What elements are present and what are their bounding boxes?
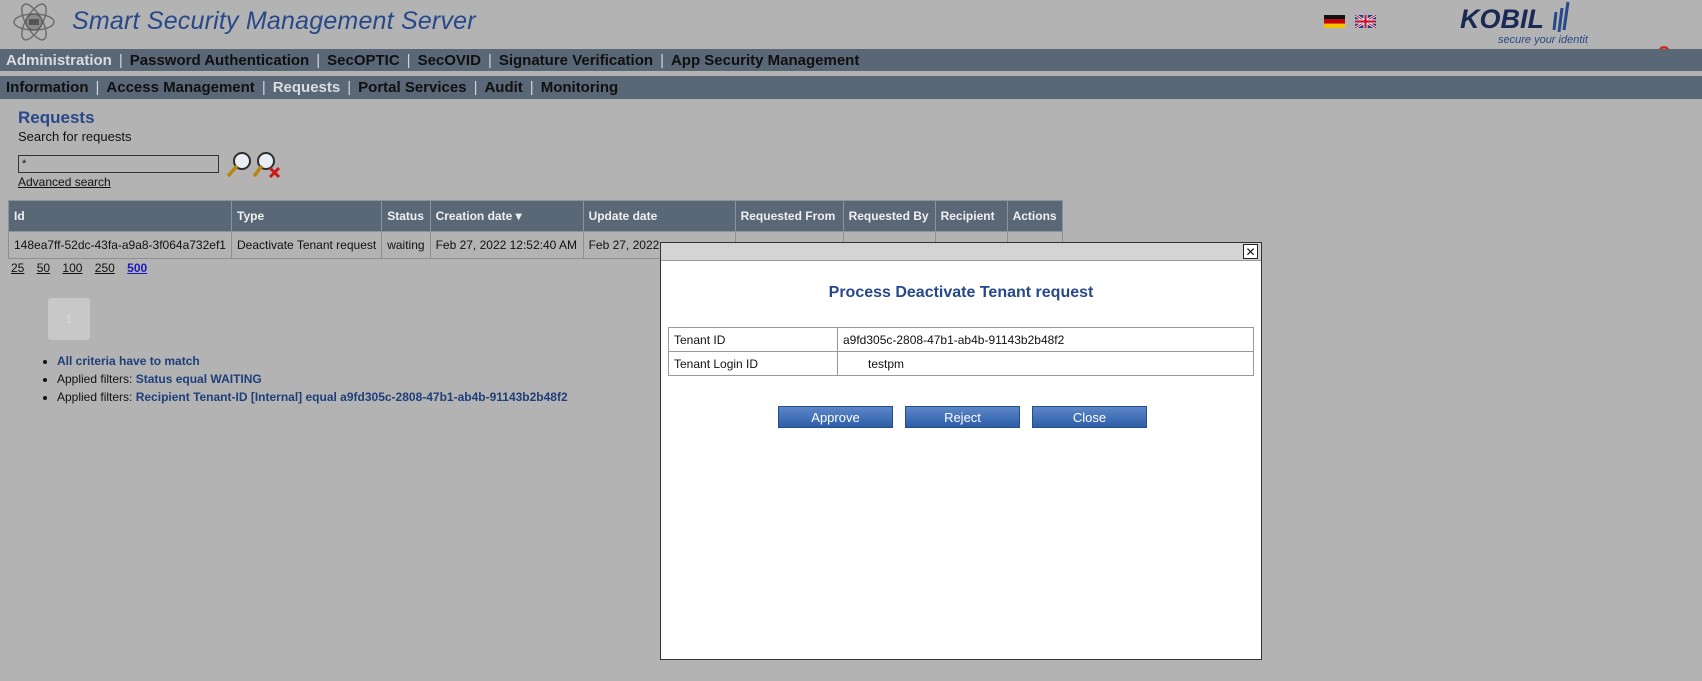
tenant-id-label: Tenant ID (668, 327, 838, 352)
criteria-all-match: All criteria have to match (57, 354, 200, 368)
header: Smart Security Management Server KOBIL s… (0, 0, 1702, 68)
tenant-login-id-value: testpm (837, 351, 1254, 376)
dialog-title-bar: ✕ (661, 243, 1261, 261)
process-request-dialog: ✕ Process Deactivate Tenant request Tena… (660, 242, 1262, 660)
secondary-nav: Information | Access Management | Reques… (0, 76, 1702, 99)
nav-administration[interactable]: Administration (6, 52, 112, 69)
list-item: Applied filters: Status equal WAITING (57, 370, 568, 388)
nav-separator: | (660, 51, 664, 69)
search-input[interactable] (18, 155, 219, 173)
nav-separator: | (95, 79, 100, 96)
reject-button[interactable]: Reject (905, 406, 1020, 428)
column-header-id[interactable]: Id (8, 200, 232, 232)
cell-status: waiting (381, 231, 431, 259)
column-header-recipient[interactable]: Recipient (934, 200, 1008, 232)
nav-secoptic[interactable]: SecOPTIC (327, 52, 400, 69)
search-icon[interactable] (226, 150, 254, 178)
uk-flag-icon[interactable] (1355, 15, 1376, 28)
column-header-creation-date[interactable]: Creation date ▾ (429, 200, 584, 232)
page-size-selector: 25 50 100 250 500 (11, 261, 156, 275)
nav-separator: | (473, 79, 478, 96)
clear-search-icon[interactable] (253, 150, 281, 178)
dialog-title: Process Deactivate Tenant request (828, 284, 1094, 301)
app-title: Smart Security Management Server (72, 7, 476, 35)
nav-password-authentication[interactable]: Password Authentication (130, 52, 309, 69)
close-icon[interactable]: ✕ (1243, 244, 1258, 259)
page-number-button[interactable]: 1 (48, 298, 90, 340)
page-size-250[interactable]: 250 (95, 261, 115, 275)
page-size-25[interactable]: 25 (11, 261, 24, 275)
table-header-row: Id Type Status Creation date ▾ Update da… (8, 200, 1063, 232)
table-row: Tenant ID a9fd305c-2808-47b1-ab4b-91143b… (668, 327, 1254, 352)
nav-separator: | (487, 51, 492, 69)
nav-separator: | (529, 79, 534, 96)
subnav-monitoring[interactable]: Monitoring (541, 79, 618, 96)
nav-separator: | (347, 79, 352, 96)
subnav-audit[interactable]: Audit (484, 79, 522, 96)
nav-separator: | (118, 51, 123, 69)
filter-status: Status equal WAITING (135, 372, 262, 386)
page-size-500[interactable]: 500 (127, 261, 147, 275)
subnav-requests[interactable]: Requests (273, 79, 341, 96)
page-size-100[interactable]: 100 (62, 261, 82, 275)
filter-recipient: Recipient Tenant-ID [Internal] equal a9f… (135, 390, 568, 404)
close-button[interactable]: Close (1032, 406, 1147, 428)
filter-criteria-list: All criteria have to match Applied filte… (40, 352, 568, 406)
tenant-id-value: a9fd305c-2808-47b1-ab4b-91143b2b48f2 (837, 327, 1254, 352)
globe-logo-icon (13, 3, 55, 41)
cell-type: Deactivate Tenant request (230, 231, 383, 259)
column-header-requested-by[interactable]: Requested By (842, 200, 936, 232)
german-flag-icon[interactable] (1324, 15, 1345, 28)
column-header-status[interactable]: Status (381, 200, 431, 232)
kobil-brand-text: KOBIL (1460, 4, 1544, 34)
page-size-50[interactable]: 50 (37, 261, 50, 275)
column-header-type[interactable]: Type (230, 200, 383, 232)
kobil-tagline-text: secure your identity (1498, 34, 1588, 46)
tenant-login-id-label: Tenant Login ID (668, 351, 838, 376)
tenant-details-table: Tenant ID a9fd305c-2808-47b1-ab4b-91143b… (668, 327, 1254, 376)
filter-label: Applied filters: (57, 390, 133, 404)
column-header-requested-from[interactable]: Requested From (734, 200, 844, 232)
kobil-logo: KOBIL secure your identity (1460, 1, 1588, 46)
subnav-portal-services[interactable]: Portal Services (358, 79, 466, 96)
list-item: All criteria have to match (57, 352, 568, 370)
filter-label: Applied filters: (57, 372, 133, 386)
column-header-update-date[interactable]: Update date (582, 200, 736, 232)
approve-button[interactable]: Approve (778, 406, 893, 428)
nav-signature-verification[interactable]: Signature Verification (499, 52, 653, 69)
nav-separator: | (316, 51, 321, 69)
page-subtitle: Search for requests (18, 129, 132, 144)
page-title: Requests (18, 108, 95, 127)
list-item: Applied filters: Recipient Tenant-ID [In… (57, 388, 568, 406)
table-row: Tenant Login ID testpm (668, 351, 1254, 376)
advanced-search-link[interactable]: Advanced search (18, 175, 111, 189)
nav-separator: | (261, 79, 266, 96)
nav-app-security-management[interactable]: App Security Management (671, 52, 859, 69)
primary-nav: Administration | Password Authentication… (0, 49, 1702, 71)
column-header-actions: Actions (1006, 200, 1063, 232)
cell-creation-date: Feb 27, 2022 12:52:40 AM (429, 231, 584, 259)
cell-id: 148ea7ff-52dc-43fa-a9a8-3f064a732ef1 (8, 231, 232, 259)
nav-separator: | (406, 51, 411, 69)
subnav-access-management[interactable]: Access Management (106, 79, 254, 96)
subnav-information[interactable]: Information (6, 79, 89, 96)
nav-secovid[interactable]: SecOVID (418, 52, 481, 69)
